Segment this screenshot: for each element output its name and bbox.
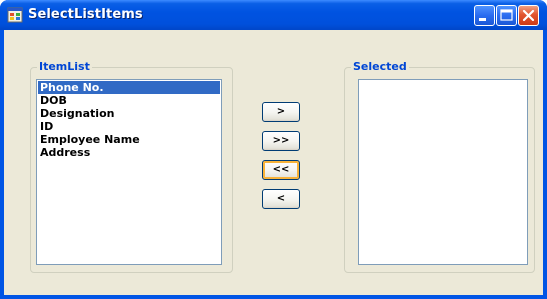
windows-forms-app-icon [7,7,23,23]
client-area: ItemList Phone No. DOB Designation ID Em… [4,30,543,295]
list-item[interactable]: ID [37,120,221,133]
move-right-button[interactable]: > [262,102,300,122]
selected-label: Selected [351,60,409,73]
itemlist-listbox[interactable]: Phone No. DOB Designation ID Employee Na… [36,79,222,265]
move-left-button[interactable]: < [262,189,300,209]
list-item[interactable]: DOB [37,94,221,107]
minimize-button[interactable] [474,5,495,26]
window-title: SelectListItems [28,7,143,22]
close-button[interactable] [518,5,539,26]
list-item[interactable]: Employee Name [37,133,221,146]
maximize-button[interactable] [496,5,517,26]
minimize-icon [479,18,486,21]
list-item[interactable]: Designation [37,107,221,120]
move-all-left-button[interactable]: << [262,160,300,180]
maximize-icon [500,9,513,21]
close-icon [522,9,535,22]
list-item[interactable]: Address [37,146,221,159]
move-all-right-button[interactable]: >> [262,131,300,151]
title-bar[interactable]: SelectListItems [0,0,547,30]
selected-listbox[interactable] [358,79,528,265]
list-item[interactable]: Phone No. [38,81,220,94]
main-window: SelectListItems ItemList Phone No. DOB D… [0,0,547,299]
itemlist-label: ItemList [37,60,92,73]
